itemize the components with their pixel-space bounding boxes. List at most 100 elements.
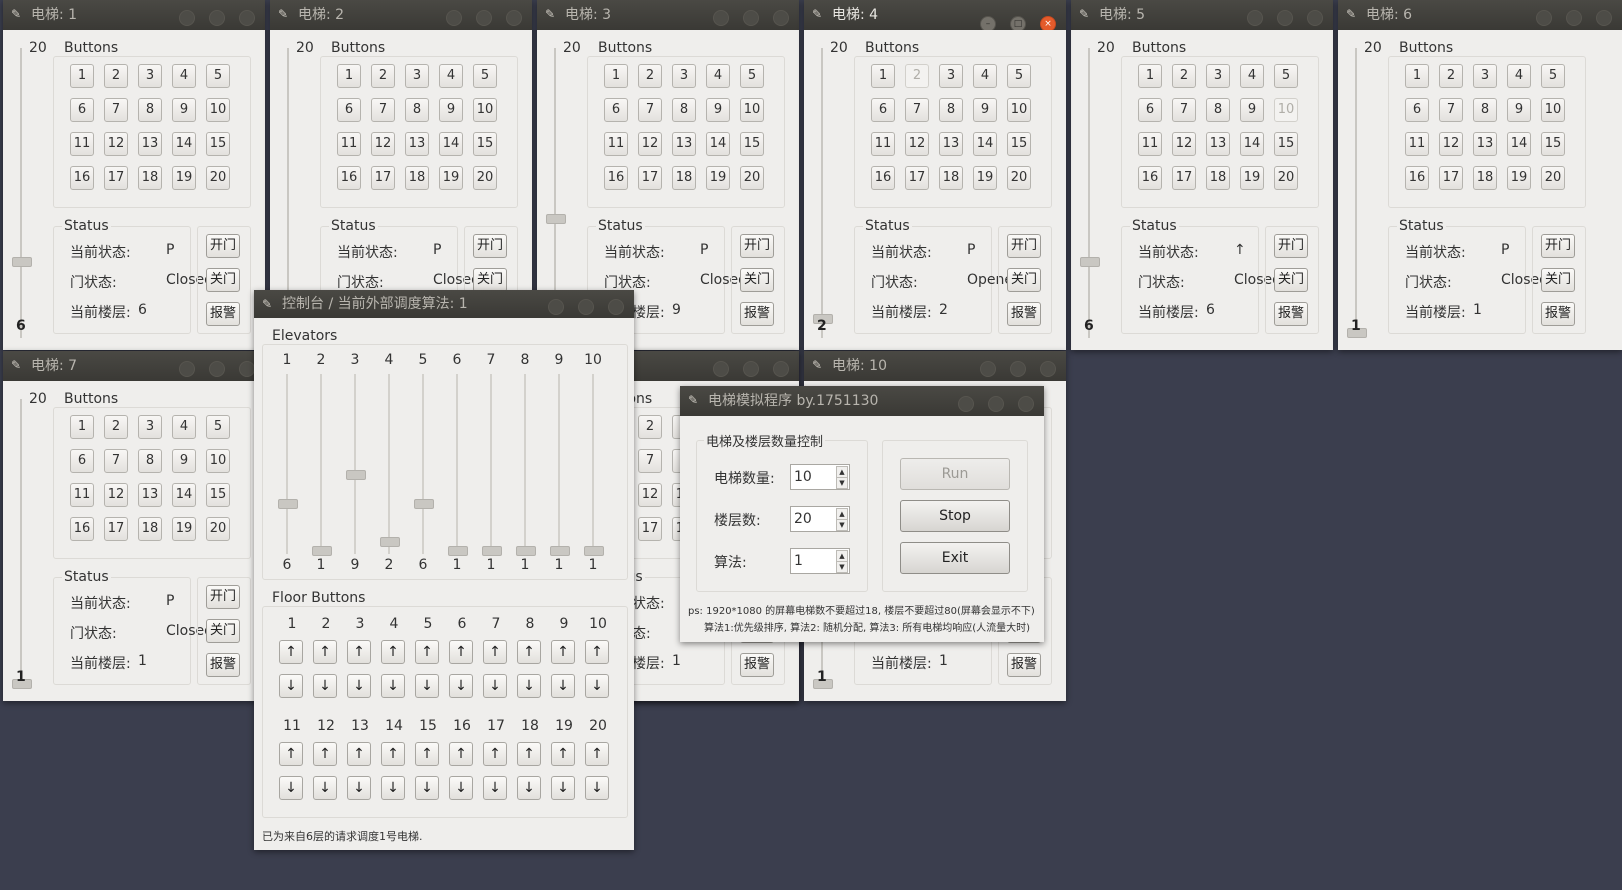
alarm-door-button[interactable]: 报警 [1007, 653, 1041, 677]
floor-button-8[interactable]: 8 [1473, 98, 1497, 122]
floor-10-down-button[interactable]: ↓ [585, 674, 609, 698]
open-door-button[interactable]: 开门 [206, 585, 240, 609]
maximize-icon[interactable] [209, 10, 225, 26]
floor-button-3[interactable]: 3 [405, 64, 429, 88]
close-door-button[interactable]: 关门 [1274, 268, 1308, 292]
window-titlebar[interactable]: ✎ 电梯: 1 [3, 0, 265, 30]
spin-down-icon[interactable]: ▼ [836, 519, 848, 531]
floor-button-11[interactable]: 11 [70, 132, 94, 156]
floor-7-down-button[interactable]: ↓ [483, 674, 507, 698]
floor-slider[interactable] [1080, 48, 1100, 338]
floor-15-down-button[interactable]: ↓ [415, 776, 439, 800]
minimize-icon[interactable]: – [980, 16, 996, 30]
minimize-icon[interactable] [958, 396, 974, 412]
maximize-icon[interactable]: □ [1010, 16, 1026, 30]
close-icon[interactable] [1596, 10, 1612, 26]
floor-14-up-button[interactable]: ↑ [381, 742, 405, 766]
floor-button-3[interactable]: 3 [672, 64, 696, 88]
floor-button-8[interactable]: 8 [672, 98, 696, 122]
alarm-door-button[interactable]: 报警 [206, 653, 240, 677]
floor-5-down-button[interactable]: ↓ [415, 674, 439, 698]
window-titlebar[interactable]: ✎ 电梯: 7 [3, 351, 265, 381]
maximize-icon[interactable] [988, 396, 1004, 412]
alarm-door-button[interactable]: 报警 [740, 653, 774, 677]
floor-button-16[interactable]: 16 [1405, 166, 1429, 190]
algo-spinbox[interactable]: 1 ▲ ▼ [790, 548, 850, 574]
floor-button-7[interactable]: 7 [1439, 98, 1463, 122]
floor-8-down-button[interactable]: ↓ [517, 674, 541, 698]
floor-4-up-button[interactable]: ↑ [381, 640, 405, 664]
floor-button-9[interactable]: 9 [1240, 98, 1264, 122]
floor-1-down-button[interactable]: ↓ [279, 674, 303, 698]
minimize-icon[interactable] [548, 299, 564, 315]
floor-13-up-button[interactable]: ↑ [347, 742, 371, 766]
floor-2-up-button[interactable]: ↑ [313, 640, 337, 664]
floor-button-17[interactable]: 17 [638, 517, 662, 541]
floor-button-12[interactable]: 12 [638, 483, 662, 507]
open-door-button[interactable]: 开门 [1274, 234, 1308, 258]
floor-button-6[interactable]: 6 [70, 98, 94, 122]
floor-button-19[interactable]: 19 [1240, 166, 1264, 190]
floor-16-up-button[interactable]: ↑ [449, 742, 473, 766]
open-door-button[interactable]: 开门 [206, 234, 240, 258]
minimize-icon[interactable] [446, 10, 462, 26]
floor-button-14[interactable]: 14 [172, 132, 196, 156]
floor-button-7[interactable]: 7 [905, 98, 929, 122]
floor-button-6[interactable]: 6 [1138, 98, 1162, 122]
floor-button-5[interactable]: 5 [740, 64, 764, 88]
floor-12-up-button[interactable]: ↑ [313, 742, 337, 766]
window-titlebar[interactable]: ✎ 电梯: 6 [1338, 0, 1622, 30]
close-icon[interactable] [1018, 396, 1034, 412]
floor-button-12[interactable]: 12 [104, 132, 128, 156]
slider-handle[interactable] [546, 214, 566, 225]
floor-button-2[interactable]: 2 [905, 64, 929, 88]
floor-button-20[interactable]: 20 [1541, 166, 1565, 190]
maximize-icon[interactable] [578, 299, 594, 315]
floor-17-down-button[interactable]: ↓ [483, 776, 507, 800]
floor-button-4[interactable]: 4 [706, 64, 730, 88]
floor-button-17[interactable]: 17 [905, 166, 929, 190]
floor-button-20[interactable]: 20 [1274, 166, 1298, 190]
floor-button-14[interactable]: 14 [706, 132, 730, 156]
floor-button-18[interactable]: 18 [405, 166, 429, 190]
floor-button-16[interactable]: 16 [871, 166, 895, 190]
slider-handle[interactable] [380, 536, 400, 547]
floor-button-18[interactable]: 18 [1206, 166, 1230, 190]
floor-button-14[interactable]: 14 [973, 132, 997, 156]
floor-button-11[interactable]: 11 [337, 132, 361, 156]
floor-button-9[interactable]: 9 [172, 98, 196, 122]
floor-button-2[interactable]: 2 [104, 64, 128, 88]
window-titlebar[interactable]: ✎ 电梯: 2 [270, 0, 532, 30]
close-icon[interactable] [773, 361, 789, 377]
floor-18-up-button[interactable]: ↑ [517, 742, 541, 766]
slider-handle[interactable] [278, 498, 298, 509]
floor-16-down-button[interactable]: ↓ [449, 776, 473, 800]
floor-button-18[interactable]: 18 [1473, 166, 1497, 190]
floor-button-5[interactable]: 5 [1274, 64, 1298, 88]
floor-button-16[interactable]: 16 [604, 166, 628, 190]
floor-button-4[interactable]: 4 [439, 64, 463, 88]
close-icon[interactable] [239, 10, 255, 26]
floor-button-1[interactable]: 1 [871, 64, 895, 88]
elevator-level-slider[interactable] [278, 374, 298, 554]
spin-down-icon[interactable]: ▼ [836, 477, 848, 489]
floor-button-18[interactable]: 18 [138, 166, 162, 190]
floor-button-10[interactable]: 10 [206, 98, 230, 122]
close-door-button[interactable]: 关门 [206, 619, 240, 643]
floor-button-19[interactable]: 19 [172, 166, 196, 190]
floor-5-up-button[interactable]: ↑ [415, 640, 439, 664]
maximize-icon[interactable] [209, 361, 225, 377]
floor-button-11[interactable]: 11 [70, 483, 94, 507]
floor-button-4[interactable]: 4 [973, 64, 997, 88]
floor-button-7[interactable]: 7 [371, 98, 395, 122]
floor-button-7[interactable]: 7 [104, 449, 128, 473]
floor-button-20[interactable]: 20 [740, 166, 764, 190]
floor-button-2[interactable]: 2 [1439, 64, 1463, 88]
floor-button-15[interactable]: 15 [1541, 132, 1565, 156]
floor-2-down-button[interactable]: ↓ [313, 674, 337, 698]
close-icon[interactable] [239, 361, 255, 377]
floor-10-up-button[interactable]: ↑ [585, 640, 609, 664]
maximize-icon[interactable] [743, 361, 759, 377]
floor-button-1[interactable]: 1 [604, 64, 628, 88]
floor-button-7[interactable]: 7 [638, 98, 662, 122]
